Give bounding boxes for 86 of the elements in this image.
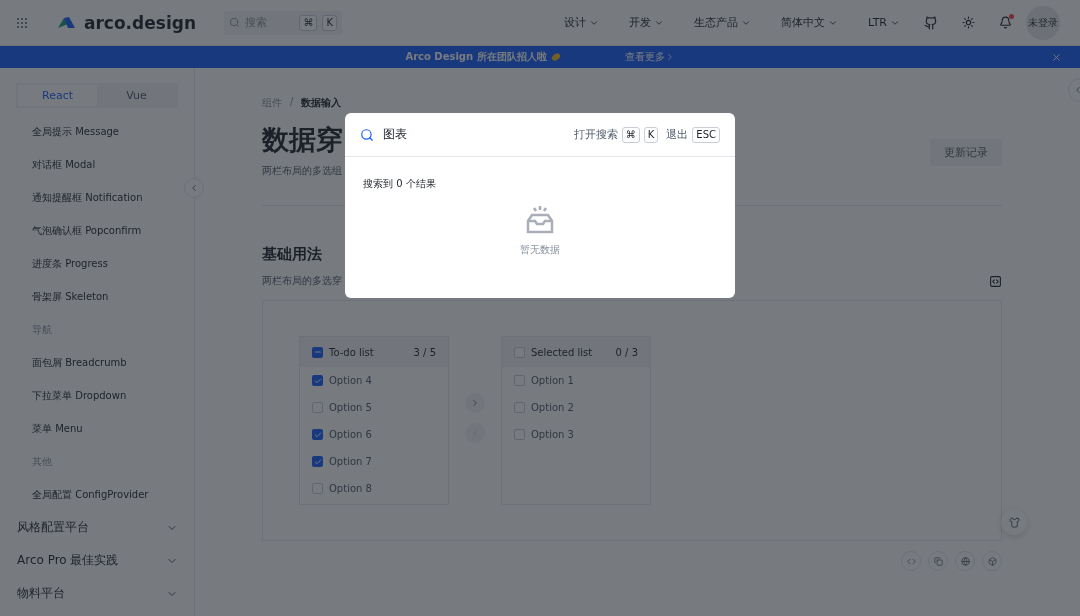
checkbox[interactable] (312, 429, 323, 440)
option-label[interactable]: Option 5 (329, 402, 372, 413)
minus-icon (313, 348, 322, 356)
framework-tab[interactable]: Vue (97, 85, 176, 106)
avatar[interactable]: 未登录 (1026, 5, 1060, 40)
nav-menu[interactable]: 设计 (564, 15, 599, 30)
cube-icon (987, 556, 997, 566)
list-count: 0 / 3 (615, 346, 638, 358)
check-icon (313, 376, 322, 385)
shirt-icon (1008, 516, 1020, 528)
chevron-left-icon (189, 183, 199, 193)
checkbox[interactable] (312, 346, 323, 358)
nav-menu[interactable]: 生态产品 (694, 15, 751, 30)
breadcrumb-current: 数据输入 (301, 96, 342, 110)
sidebar-item[interactable]: 气泡确认框 Popconfirm (16, 214, 178, 247)
nav-menu[interactable]: 开发 (629, 15, 664, 30)
globe-icon (960, 556, 970, 566)
copy-button[interactable] (928, 551, 948, 571)
option-label[interactable]: Option 4 (329, 375, 372, 386)
codepen-button[interactable] (955, 551, 975, 571)
theme-button[interactable] (1001, 509, 1027, 535)
key-hint: ESC (692, 126, 720, 143)
list-title: To-do list (329, 346, 374, 358)
option-label[interactable]: Option 8 (329, 483, 372, 494)
option-label[interactable]: Option 2 (531, 402, 574, 413)
sidebar-section[interactable]: 物料平台 (0, 577, 178, 610)
breadcrumb-separator: / (290, 96, 294, 109)
chevron-right-icon (470, 398, 480, 408)
changelog-button[interactable]: 更新记录 (930, 139, 1002, 166)
option-label[interactable]: Option 6 (329, 429, 372, 440)
nav-menu[interactable]: LTR (868, 16, 900, 29)
close-icon[interactable] (1051, 51, 1062, 63)
empty-text: 暂无数据 (520, 243, 560, 257)
section-description: 两栏布局的多选穿 (262, 274, 342, 288)
chevron-left-icon (1073, 85, 1080, 95)
sidebar-item[interactable]: 骨架屏 Skeleton (16, 280, 178, 313)
logo-icon (56, 15, 76, 30)
page-title: 数据穿 (262, 123, 343, 157)
sidebar-item[interactable]: 通知提醒框 Notification (16, 181, 178, 214)
key-hint: K (322, 14, 337, 31)
key-hint: ⌘ (621, 126, 640, 143)
result-count: 搜索到 0 个结果 (363, 177, 437, 191)
collapse-button[interactable] (184, 178, 204, 198)
search-icon (360, 127, 374, 142)
key-hint: K (643, 126, 659, 143)
hint-text: 退出 (666, 127, 689, 142)
option-label[interactable]: Option 7 (329, 456, 372, 467)
copy-icon (933, 556, 943, 566)
code-button[interactable] (901, 551, 921, 571)
search-icon (229, 17, 240, 28)
sidebar-item[interactable]: 全局配置 ConfigProvider (16, 478, 178, 511)
logo-text[interactable]: arco.design (84, 12, 196, 33)
checkbox[interactable] (312, 456, 323, 467)
code-icon (906, 556, 916, 566)
github-icon[interactable] (924, 15, 938, 30)
sidebar-section[interactable]: 风格配置平台 (0, 511, 178, 544)
app-grid-icon[interactable] (16, 16, 28, 29)
checkbox[interactable] (312, 375, 323, 386)
nav-menu[interactable]: 简体中文 (781, 15, 838, 30)
move-right-button[interactable] (465, 393, 485, 413)
sidebar-item[interactable]: 对话框 Modal (16, 148, 178, 181)
banner-text: Arco Design 所在团队招人啦 (405, 50, 547, 64)
sidebar-item[interactable]: 面包屑 Breadcrumb (16, 346, 178, 379)
list-count: 3 / 5 (413, 346, 436, 358)
sidebar-item[interactable]: 进度条 Progress (16, 247, 178, 280)
option-label[interactable]: Option 1 (531, 375, 574, 386)
theme-icon[interactable] (962, 16, 975, 29)
check-icon (313, 430, 322, 439)
sidebar-item[interactable]: 菜单 Menu (16, 412, 178, 445)
list-title: Selected list (531, 346, 593, 358)
sidebar-item[interactable]: 全局提示 Message (16, 115, 178, 148)
sandbox-button[interactable] (982, 551, 1002, 571)
check-icon (313, 457, 322, 466)
key-hint: ⌘ (299, 14, 318, 31)
pencil-icon (550, 52, 561, 62)
notification-icon[interactable] (999, 16, 1012, 29)
hint-text: 打开搜索 (573, 127, 618, 142)
sidebar-section[interactable]: Arco Pro 最佳实践 (0, 544, 178, 577)
framework-tab[interactable]: React (18, 85, 97, 106)
section-title: 基础用法 (262, 245, 322, 264)
option-label[interactable]: Option 3 (531, 429, 574, 440)
sidebar-item[interactable]: 下拉菜单 Dropdown (16, 379, 178, 412)
empty-inbox-icon (524, 205, 556, 235)
page-subtitle: 两栏布局的多选组 (262, 164, 343, 178)
banner-link[interactable]: 查看更多 (624, 50, 675, 64)
code-icon[interactable] (989, 274, 1002, 288)
